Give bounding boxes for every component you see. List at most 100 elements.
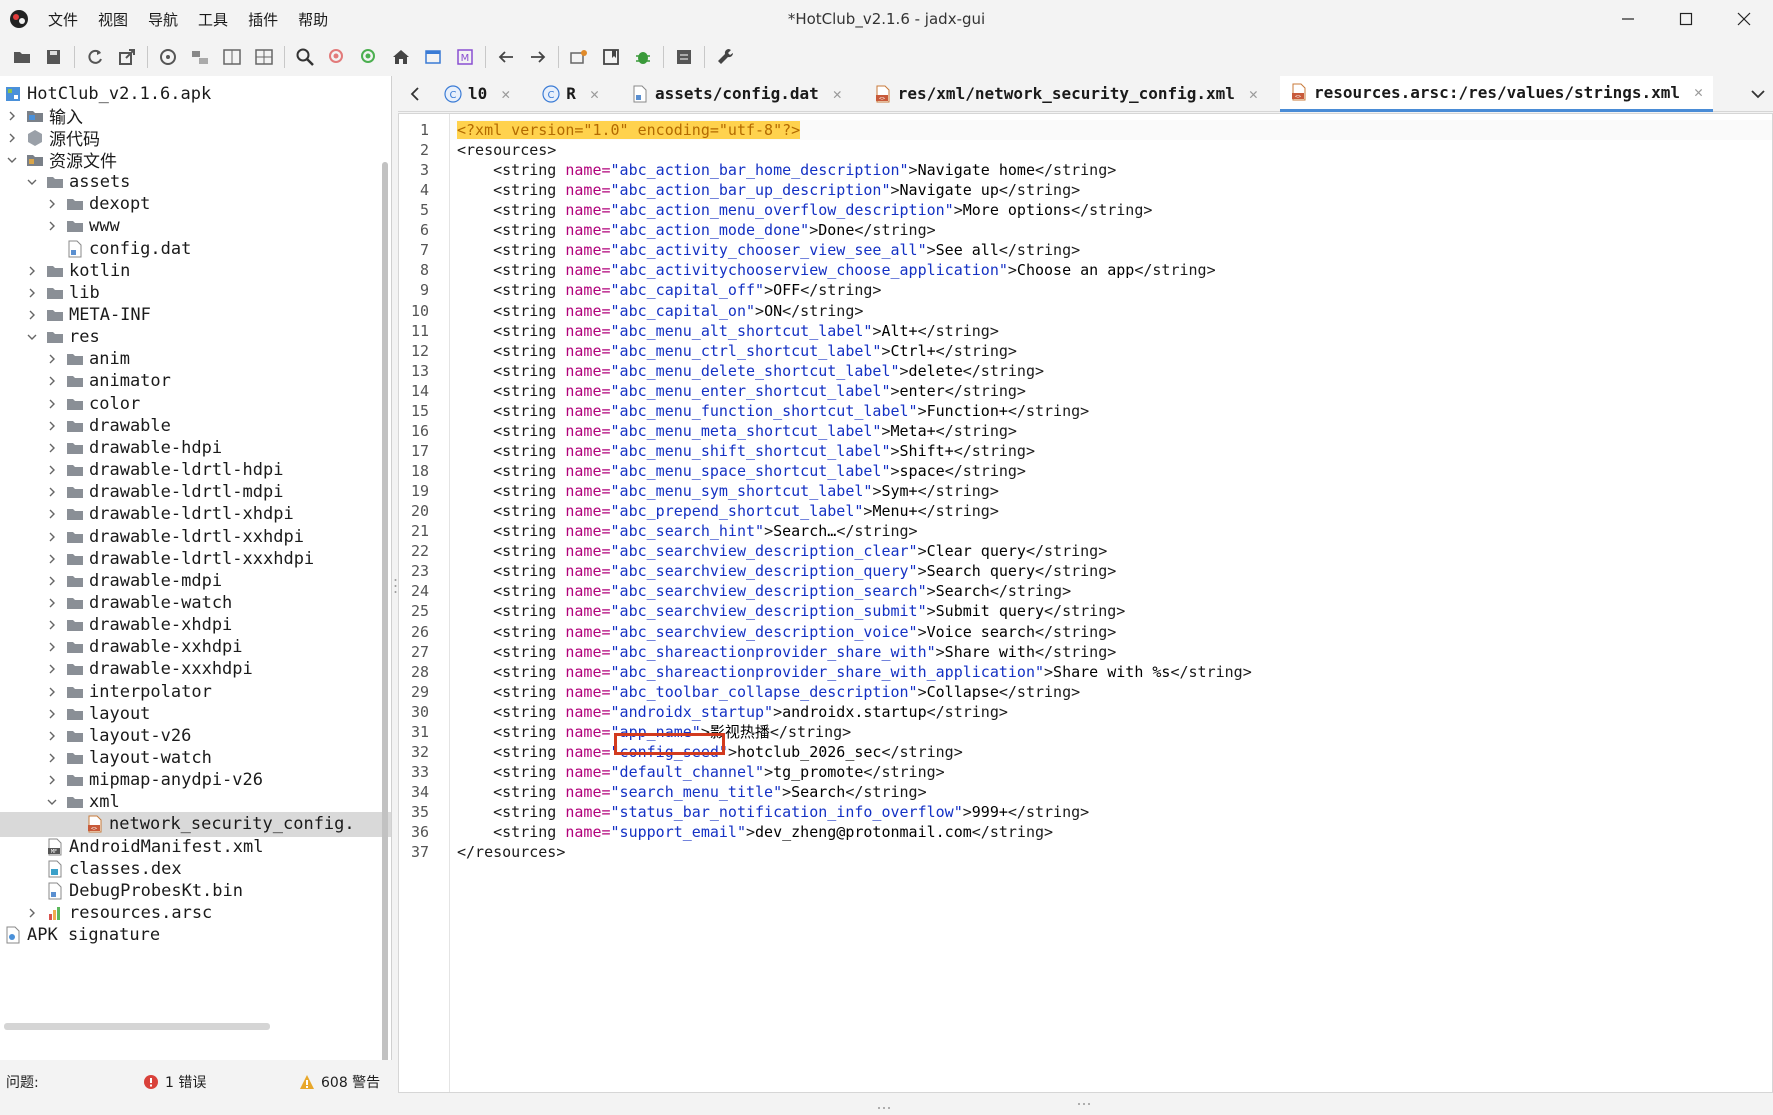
chevron-right-icon[interactable] — [46, 398, 58, 410]
string-name: "abc_action_bar_up_description" — [610, 181, 891, 200]
menu-item[interactable]: 文件 — [48, 9, 78, 30]
menu-item[interactable]: 工具 — [198, 9, 228, 30]
string-close-tag: </string> — [1170, 662, 1252, 681]
editor-resize-grip[interactable] — [1076, 1092, 1092, 1105]
back-button[interactable] — [490, 41, 522, 73]
chevron-down-icon[interactable] — [46, 796, 58, 808]
search-button[interactable] — [289, 41, 321, 73]
decompile-all-button[interactable] — [563, 41, 595, 73]
chevron-right-icon[interactable] — [26, 907, 38, 919]
chevron-right-icon[interactable] — [46, 420, 58, 432]
flatten-packages-button[interactable] — [184, 41, 216, 73]
tree-node[interactable]: APK signature — [0, 923, 384, 948]
chevron-right-icon[interactable] — [26, 265, 38, 277]
tab-close-button[interactable]: ✕ — [1249, 85, 1258, 103]
tab-close-button[interactable]: ✕ — [833, 85, 842, 103]
main-activity-button[interactable] — [417, 41, 449, 73]
scrollbar-thumb[interactable] — [382, 162, 388, 1060]
chevron-right-icon[interactable] — [46, 708, 58, 720]
chevron-right-icon[interactable] — [26, 287, 38, 299]
tab-scroll-left[interactable] — [398, 76, 432, 112]
chevron-right-icon[interactable] — [46, 752, 58, 764]
tab-list-dropdown[interactable] — [1743, 76, 1773, 112]
jadx-app-icon[interactable] — [9, 9, 29, 29]
chevron-right-icon[interactable] — [46, 508, 58, 520]
attr-name: name= — [565, 161, 611, 180]
chevron-right-icon[interactable] — [46, 531, 58, 543]
chevron-right-icon[interactable] — [46, 553, 58, 565]
preferences-button[interactable] — [709, 41, 741, 73]
export-button[interactable] — [111, 41, 143, 73]
code-line: <string name="abc_menu_delete_shortcut_l… — [457, 361, 1044, 381]
code-line: <string name="abc_capital_on">ON</string… — [457, 301, 863, 321]
forward-button[interactable] — [522, 41, 554, 73]
chevron-right-icon[interactable] — [46, 619, 58, 631]
editor-tab[interactable]: Cl0 ✕ — [434, 76, 520, 112]
string-open-tag: <string — [493, 421, 566, 440]
tab-close-button[interactable]: ✕ — [1694, 83, 1703, 101]
split-view-button[interactable] — [216, 41, 248, 73]
attr-name: name= — [565, 782, 611, 801]
quark-button[interactable] — [595, 41, 627, 73]
chevron-right-icon[interactable] — [46, 730, 58, 742]
chevron-right-icon[interactable] — [46, 686, 58, 698]
minimize-button[interactable] — [1599, 0, 1657, 38]
errors-indicator[interactable]: 1 错误 — [143, 1072, 206, 1092]
chevron-right-icon[interactable] — [46, 774, 58, 786]
chevron-right-icon[interactable] — [46, 442, 58, 454]
chevron-down-icon[interactable] — [26, 331, 38, 343]
menu-item[interactable]: 帮助 — [298, 9, 328, 30]
string-close-tag: </string> — [845, 782, 927, 801]
code-editor[interactable]: 1 2 3 4 5 6 7 8 9 10 11 12 13 14 15 16 17 18 19 20 21 22 23 24 2… — [398, 113, 1773, 1093]
chevron-right-icon[interactable] — [6, 132, 18, 144]
menu-item[interactable]: 插件 — [248, 9, 278, 30]
debugger-button[interactable] — [627, 41, 659, 73]
reload-button[interactable] — [79, 41, 111, 73]
code-line: <string name="abc_shareactionprovider_sh… — [457, 662, 1252, 682]
editor-tab[interactable]: C R ✕ — [532, 76, 609, 112]
tag-end: > — [935, 642, 945, 661]
tree-vertical-scrollbar[interactable] — [382, 162, 388, 1060]
grid-view-button[interactable] — [248, 41, 280, 73]
chevron-right-icon[interactable] — [46, 220, 58, 232]
chevron-right-icon[interactable] — [46, 597, 58, 609]
menu-item[interactable]: 导航 — [148, 9, 178, 30]
chevron-right-icon[interactable] — [46, 663, 58, 675]
editor-tab[interactable]: <> resources.arsc:/res/values/strings.xml… — [1279, 75, 1714, 112]
tree-horizontal-scrollbar[interactable] — [4, 1023, 270, 1030]
string-open-tag: <string — [493, 161, 566, 180]
sync-tree-button[interactable] — [152, 41, 184, 73]
project-tree[interactable]: HotClub_v2.1.6.apk 输入 源代码 资源文件 assets dexopt w… — [0, 76, 392, 1060]
chevron-right-icon[interactable] — [6, 110, 18, 122]
tab-close-button[interactable]: ✕ — [590, 85, 599, 103]
find-usage-button[interactable] — [353, 41, 385, 73]
chevron-right-icon[interactable] — [46, 486, 58, 498]
chevron-right-icon[interactable] — [26, 309, 38, 321]
string-name: "abc_menu_meta_shortcut_label" — [610, 421, 882, 440]
tab-close-button[interactable]: ✕ — [501, 85, 510, 103]
find-class-button[interactable] — [321, 41, 353, 73]
open-file-button[interactable] — [6, 41, 38, 73]
bottom-panel-grip[interactable] — [876, 1096, 892, 1109]
chevron-down-icon[interactable] — [6, 154, 18, 166]
chevron-right-icon[interactable] — [46, 375, 58, 387]
chevron-down-icon[interactable] — [26, 176, 38, 188]
chevron-right-icon[interactable] — [46, 575, 58, 587]
chevron-right-icon[interactable] — [46, 353, 58, 365]
menu-item[interactable]: 视图 — [98, 9, 128, 30]
toolbar-separator — [558, 46, 559, 68]
editor-tab[interactable]: assets/config.dat ✕ — [621, 76, 852, 112]
close-window-button[interactable] — [1715, 0, 1773, 38]
save-all-button[interactable] — [38, 41, 70, 73]
file-icon — [66, 240, 84, 258]
chevron-right-icon[interactable] — [46, 198, 58, 210]
warnings-indicator[interactable]: 608 警告 — [299, 1072, 380, 1092]
manifest-button[interactable]: M — [449, 41, 481, 73]
home-button[interactable] — [385, 41, 417, 73]
log-viewer-button[interactable] — [668, 41, 700, 73]
chevron-right-icon[interactable] — [46, 641, 58, 653]
toolbar-separator — [663, 46, 664, 68]
maximize-button[interactable] — [1657, 0, 1715, 38]
chevron-right-icon[interactable] — [46, 464, 58, 476]
editor-tab[interactable]: <> res/xml/network_security_config.xml ✕ — [864, 76, 1268, 112]
